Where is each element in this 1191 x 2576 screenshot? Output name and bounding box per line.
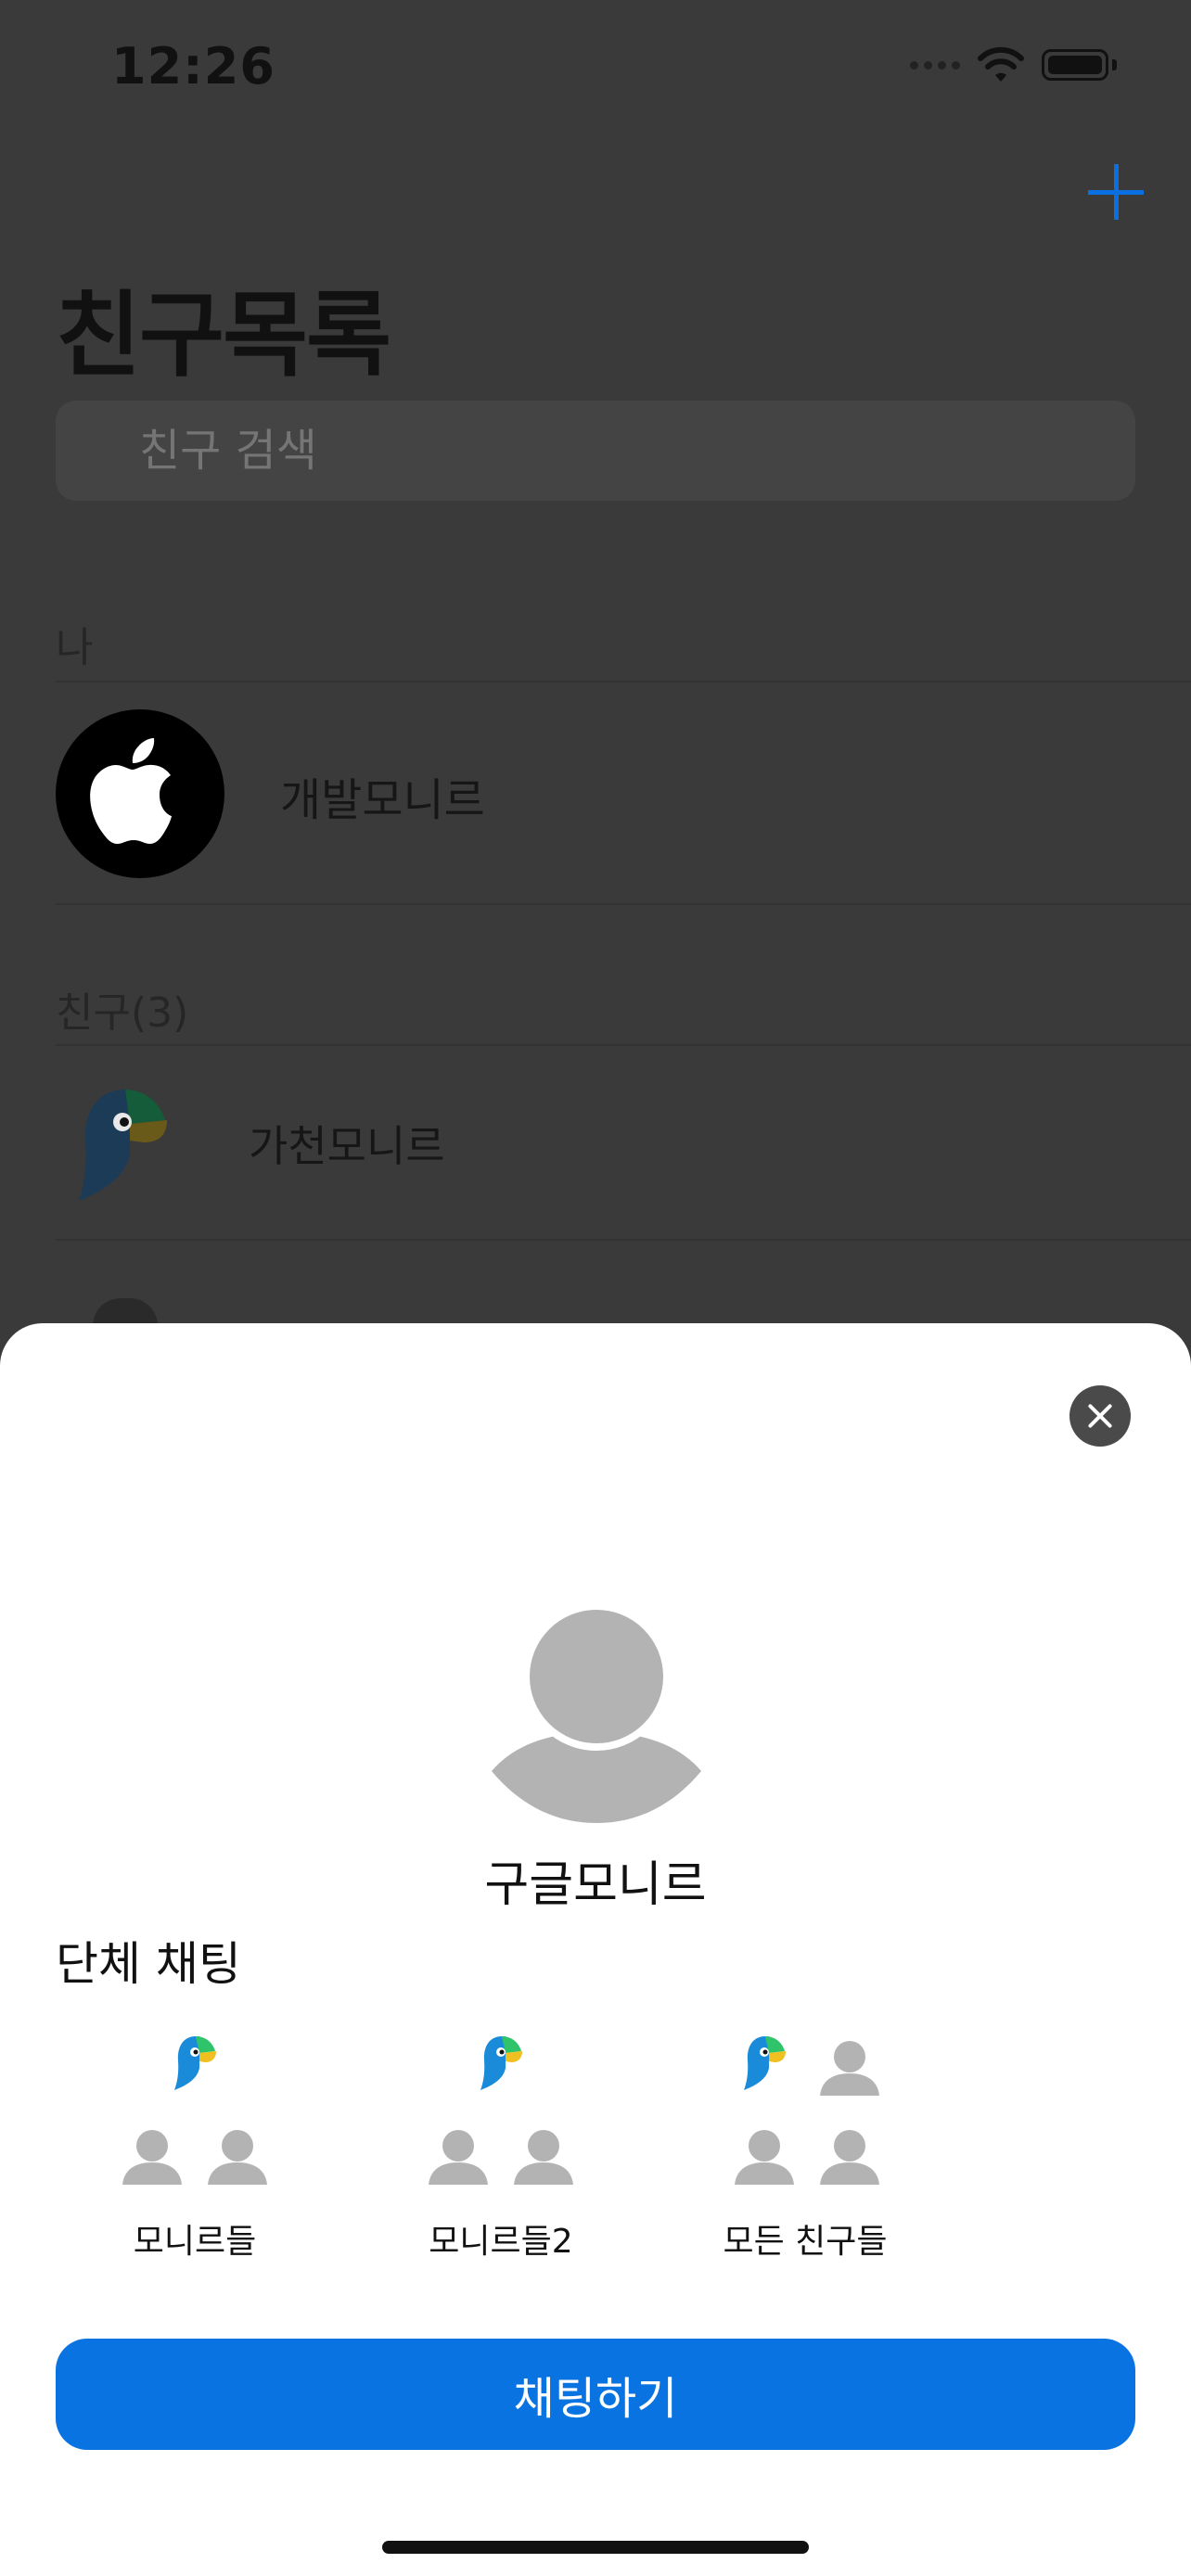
battery-nub xyxy=(1112,59,1117,70)
home-indicator xyxy=(382,2541,809,2554)
divider xyxy=(56,681,1191,682)
parrot-logo-icon xyxy=(174,2036,216,2090)
search-input[interactable] xyxy=(139,401,974,501)
battery-icon xyxy=(1042,49,1108,81)
friend-avatar-partial xyxy=(93,1298,158,1326)
group-chat-item[interactable]: 모니르들2 xyxy=(394,2031,608,2263)
my-avatar[interactable] xyxy=(56,709,224,878)
group-chat-item[interactable]: 모니르들 xyxy=(88,2031,301,2263)
friend-name[interactable]: 가천모니르 xyxy=(249,1113,445,1174)
person-icon xyxy=(735,2130,794,2185)
cellular-signal-icon xyxy=(910,60,960,70)
wifi-icon xyxy=(978,46,1024,82)
person-icon xyxy=(122,2130,182,2185)
group-chat-label: 모니르들 xyxy=(133,2223,257,2261)
group-chat-label: 모든 친구들 xyxy=(723,2223,888,2261)
parrot-logo-icon xyxy=(744,2036,786,2090)
status-icons xyxy=(910,46,1117,83)
person-icon xyxy=(820,2041,879,2096)
divider xyxy=(56,1044,1191,1046)
apple-logo-icon xyxy=(90,738,172,844)
add-friend-button[interactable] xyxy=(1083,159,1148,224)
parrot-logo-icon[interactable] xyxy=(74,1085,176,1205)
search-box[interactable] xyxy=(56,401,1135,501)
page-title: 친구목록 xyxy=(56,281,391,389)
start-chat-button[interactable]: 채팅하기 xyxy=(56,2339,1135,2450)
group-chat-label: 모니르들2 xyxy=(429,2223,573,2261)
close-icon[interactable] xyxy=(1069,1385,1131,1447)
my-name[interactable]: 개발모니르 xyxy=(280,763,485,828)
section-label-friends: 친구(3) xyxy=(56,989,189,1037)
group-chat-title: 단체 채팅 xyxy=(56,1937,241,1991)
group-chat-item[interactable]: 모든 친구들 xyxy=(698,2031,912,2263)
divider xyxy=(56,903,1191,905)
status-time: 12:26 xyxy=(111,37,275,96)
person-silhouette-icon xyxy=(492,1606,701,1823)
section-label-me: 나 xyxy=(56,624,94,671)
parrot-logo-icon xyxy=(480,2036,522,2090)
person-icon xyxy=(208,2130,267,2185)
person-icon xyxy=(429,2130,488,2185)
divider xyxy=(56,1239,1191,1241)
profile-name: 구글모니르 xyxy=(484,1857,707,1913)
person-icon xyxy=(514,2130,573,2185)
person-icon xyxy=(820,2130,879,2185)
